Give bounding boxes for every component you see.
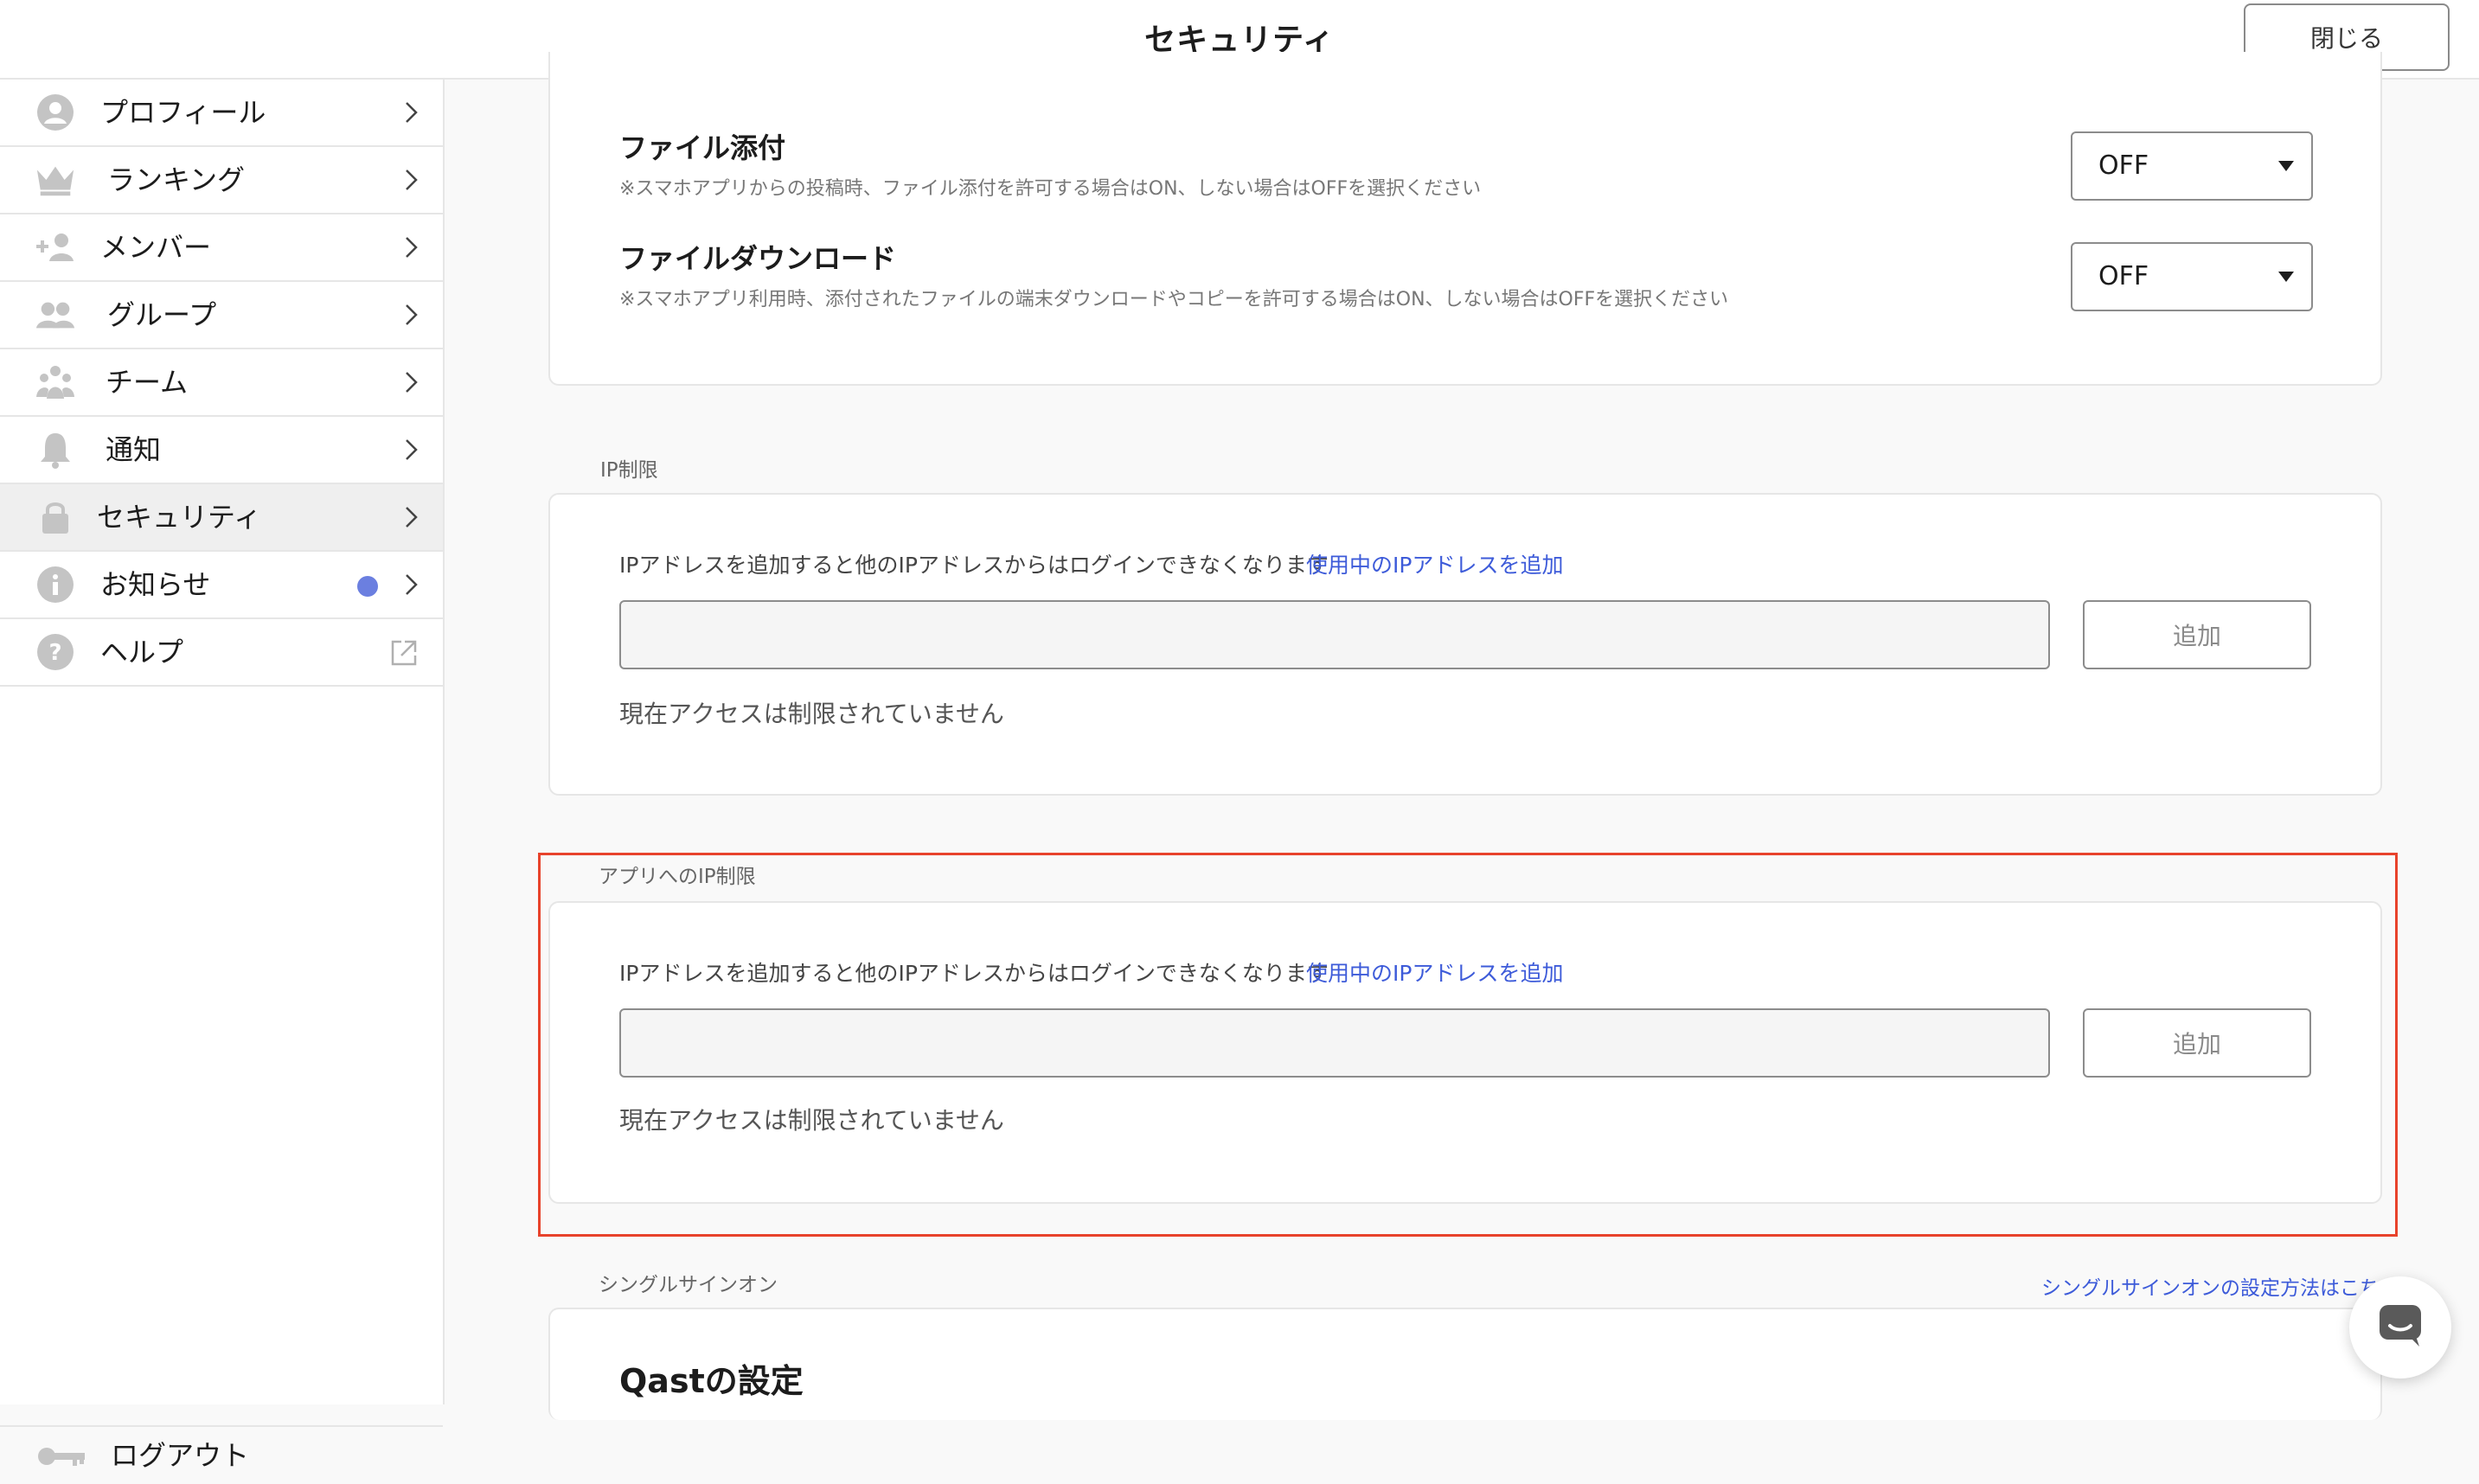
chevron-right-icon: [400, 100, 422, 125]
app-ip-restriction-section-label: アプリへのIP制限: [599, 866, 756, 888]
sidebar-item-label: お知らせ: [100, 568, 211, 601]
ip-restriction-card: IPアドレスを追加すると他のIPアドレスからはログインできなくなります 使用中の…: [548, 493, 2382, 796]
sidebar-item-notifications[interactable]: 通知: [0, 417, 443, 484]
app-ip-restriction-status: 現在アクセスは制限されていません: [619, 1106, 1004, 1135]
app-ip-address-input[interactable]: [619, 1008, 2050, 1078]
add-app-ip-button[interactable]: 追加: [2083, 1008, 2311, 1078]
ip-restriction-status: 現在アクセスは制限されていません: [619, 700, 1004, 728]
crown-icon: [35, 161, 76, 199]
app-ip-restriction-description: IPアドレスを追加すると他のIPアドレスからはログインできなくなります: [619, 961, 1329, 986]
profile-icon: [35, 93, 76, 131]
info-icon: [35, 566, 76, 604]
sidebar-item-label: メンバー: [100, 231, 212, 264]
sso-card: [548, 1308, 2382, 1420]
chevron-right-icon: [400, 438, 422, 462]
sidebar-item-profile[interactable]: プロフィール: [0, 80, 443, 147]
sidebar-item-label: チーム: [106, 366, 189, 399]
chevron-right-icon: [400, 303, 422, 327]
chevron-right-icon: [400, 505, 422, 529]
add-member-icon: [35, 228, 76, 266]
sidebar-item-label: セキュリティ: [97, 501, 262, 534]
sso-card-title: Qastの設定: [619, 1362, 804, 1400]
unread-dot: [357, 576, 378, 597]
add-ip-button[interactable]: 追加: [2083, 600, 2311, 669]
chat-launcher-button[interactable]: [2349, 1276, 2451, 1378]
chevron-right-icon: [400, 168, 422, 192]
logout-label: ログアウト: [111, 1439, 250, 1472]
svg-text:?: ?: [48, 640, 61, 666]
app-ip-restriction-card: IPアドレスを追加すると他のIPアドレスからはログインできなくなります 使用中の…: [548, 901, 2382, 1204]
file-download-title: ファイルダウンロード: [619, 242, 897, 275]
group-icon: [35, 296, 76, 334]
sso-help-link[interactable]: シングルサインオンの設定方法はこちら: [2041, 1271, 2384, 1301]
chevron-right-icon: [400, 572, 422, 597]
help-icon: ?: [35, 633, 76, 671]
add-current-ip-link[interactable]: 使用中のIPアドレスを追加: [1306, 548, 1563, 579]
select-value: OFF: [2098, 261, 2149, 291]
file-download-select[interactable]: OFF: [2071, 242, 2313, 311]
file-attachment-select[interactable]: OFF: [2071, 131, 2313, 201]
lock-icon: [35, 498, 76, 536]
file-attachment-note: ※スマホアプリからの投稿時、ファイル添付を許可する場合はON、しない場合はOFF…: [619, 178, 1482, 200]
key-icon: [36, 1442, 86, 1470]
file-settings-card: ファイル添付 ※スマホアプリからの投稿時、ファイル添付を許可する場合はON、しな…: [548, 52, 2382, 386]
sidebar-item-label: ランキング: [107, 163, 246, 196]
add-current-ip-link[interactable]: 使用中のIPアドレスを追加: [1306, 956, 1563, 988]
chevron-right-icon: [400, 370, 422, 394]
team-icon: [35, 363, 76, 401]
sidebar-item-label: プロフィール: [100, 96, 266, 129]
sidebar-item-ranking[interactable]: ランキング: [0, 147, 443, 214]
sidebar-item-label: グループ: [107, 298, 217, 331]
dropdown-arrow-icon: [2278, 161, 2294, 171]
dropdown-arrow-icon: [2278, 272, 2294, 282]
select-value: OFF: [2098, 150, 2149, 181]
ip-address-input[interactable]: [619, 600, 2050, 669]
logout-button[interactable]: ログアウト: [0, 1425, 443, 1484]
sidebar-item-label: 通知: [106, 433, 162, 466]
sidebar-item-groups[interactable]: グループ: [0, 282, 443, 349]
file-attachment-title: ファイル添付: [619, 131, 786, 164]
external-link-icon: [389, 638, 419, 668]
ip-restriction-description: IPアドレスを追加すると他のIPアドレスからはログインできなくなります: [619, 553, 1329, 578]
sso-section-label: シングルサインオン: [599, 1274, 778, 1296]
bell-icon: [35, 431, 76, 469]
ip-restriction-section-label: IP制限: [600, 459, 658, 482]
file-download-note: ※スマホアプリ利用時、添付されたファイルの端末ダウンロードやコピーを許可する場合…: [619, 289, 1729, 310]
sidebar-item-teams[interactable]: チーム: [0, 349, 443, 417]
sidebar-item-announcements[interactable]: お知らせ: [0, 552, 443, 619]
sidebar-item-members[interactable]: メンバー: [0, 214, 443, 282]
sidebar-item-help[interactable]: ? ヘルプ: [0, 619, 443, 687]
sidebar: プロフィール ランキング メンバー グループ チーム 通知 セキュリティ お知ら…: [0, 80, 445, 1472]
chevron-right-icon: [400, 235, 422, 259]
chat-icon: [2376, 1303, 2425, 1352]
sidebar-item-security[interactable]: セキュリティ: [0, 484, 443, 552]
sidebar-item-label: ヘルプ: [100, 636, 184, 668]
